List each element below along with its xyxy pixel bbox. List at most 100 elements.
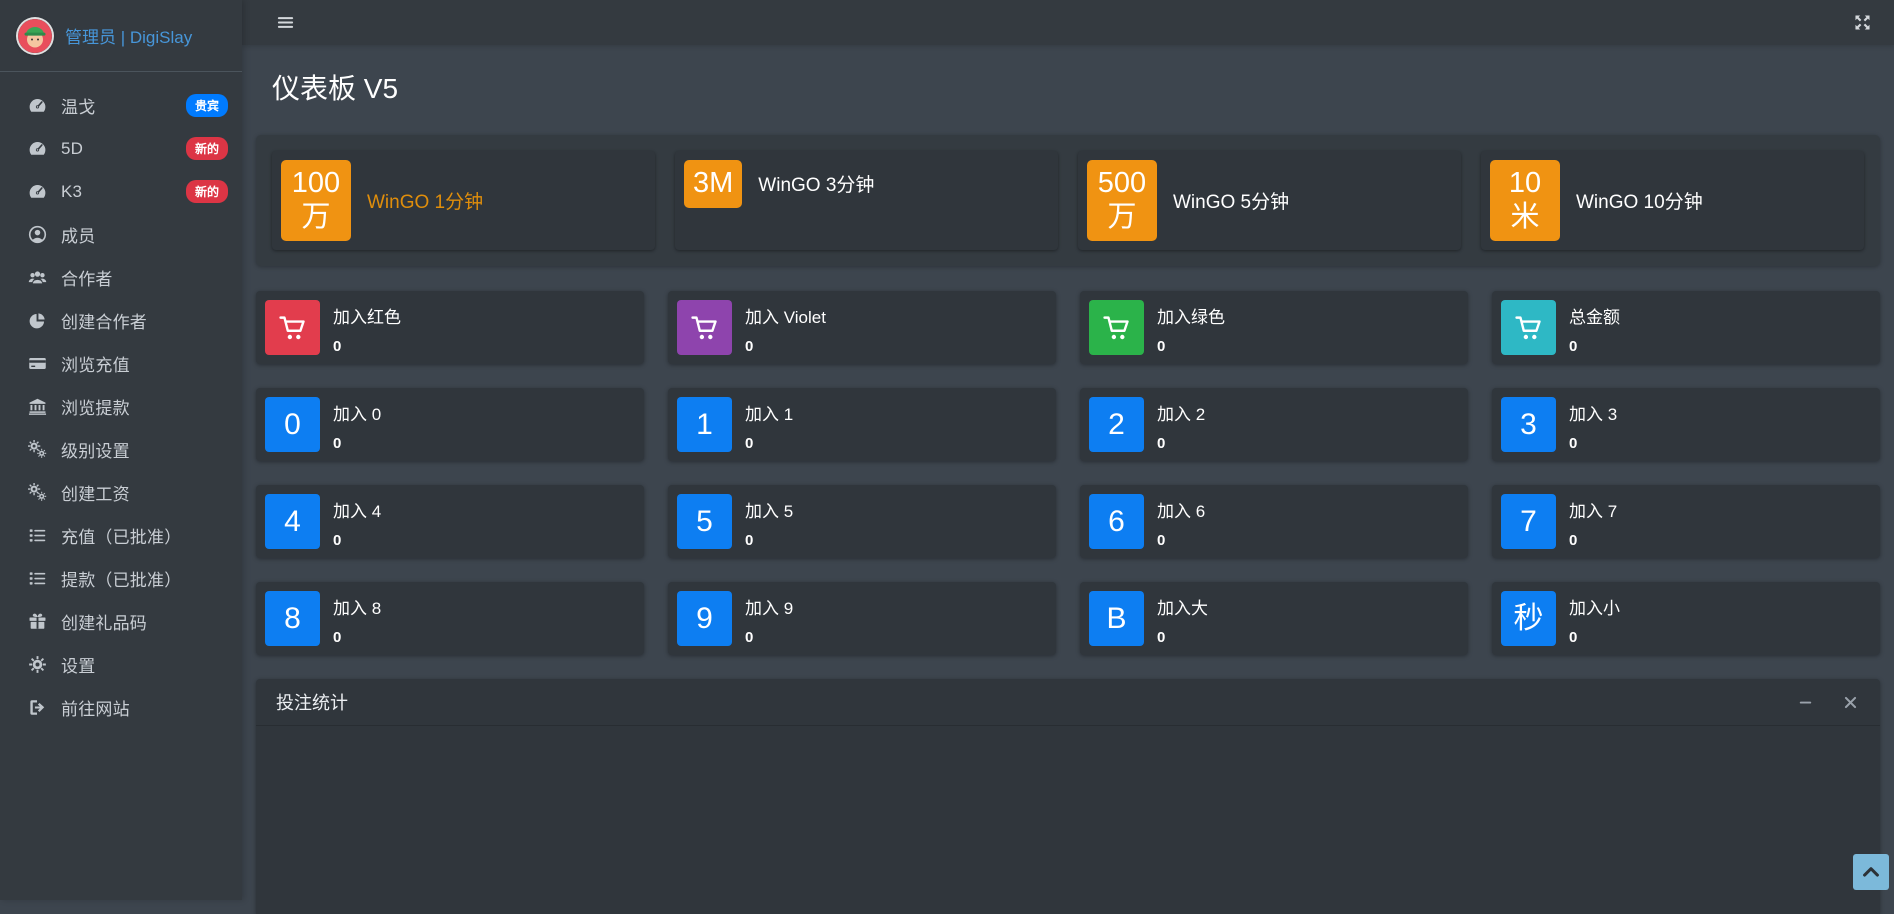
info-box-label[interactable]: WinGO 1分钟 — [367, 187, 483, 214]
stat-card-title: 加入 7 — [1569, 497, 1617, 522]
sidebar-item-go-website[interactable]: 前往网站 — [0, 686, 242, 729]
stat-card-value: 0 — [1157, 532, 1205, 549]
sidebar-item-create-giftcode[interactable]: 创建礼品码 — [0, 600, 242, 643]
cart-icon — [265, 300, 320, 355]
sidebar-item-recharge-approved[interactable]: 充值（已批准） — [0, 514, 242, 557]
stat-card-total-amount: 总金额 0 — [1492, 291, 1880, 364]
panel-header: 投注统计 — [256, 679, 1880, 726]
digit-tile: 1 — [677, 397, 732, 452]
info-box-value-tile: 100万 — [281, 160, 351, 241]
content-area: 仪表板 V5 100万 WinGO 1分钟 3M WinGO 3分钟 500万 … — [242, 45, 1894, 914]
sidebar-item-label: K3 — [61, 182, 186, 202]
stat-card-value: 0 — [333, 435, 381, 452]
sidebar-item-label: 创建合作者 — [61, 308, 230, 333]
close-button[interactable] — [1841, 693, 1860, 712]
top-navbar — [242, 0, 1894, 45]
sidebar-item-label: 设置 — [61, 652, 230, 677]
stat-card-title: 加入 Violet — [745, 303, 826, 328]
cart-icon — [1089, 300, 1144, 355]
stat-card-title: 加入大 — [1157, 594, 1208, 619]
sidebar-item-settings[interactable]: 设置 — [0, 643, 242, 686]
stat-card-join-7: 7 加入 70 — [1492, 485, 1880, 558]
stat-card-value: 0 — [1569, 532, 1617, 549]
digit-tile: 3 — [1501, 397, 1556, 452]
sidebar-item-create-partner[interactable]: 创建合作者 — [0, 299, 242, 342]
panel-body — [256, 726, 1880, 914]
digit-tile: 6 — [1089, 494, 1144, 549]
sidebar-item-create-salary[interactable]: 创建工资 — [0, 471, 242, 514]
cart-icon — [677, 300, 732, 355]
gauge-icon — [25, 182, 49, 201]
digit-tile: 4 — [265, 494, 320, 549]
stat-card-title: 加入小 — [1569, 594, 1620, 619]
info-box-wingo-3min[interactable]: 3M WinGO 3分钟 — [675, 151, 1058, 250]
sidebar-item-label: 前往网站 — [61, 695, 230, 720]
stat-card-join-big: B 加入大0 — [1080, 582, 1468, 655]
stat-card-title: 总金额 — [1569, 303, 1620, 328]
sidebar-item-k3[interactable]: K3 新的 — [0, 170, 242, 213]
stat-card-join-3: 3 加入 30 — [1492, 388, 1880, 461]
brand-link[interactable]: 管理员 | DigiSlay — [0, 0, 242, 72]
info-box-value-tile: 3M — [684, 160, 742, 208]
credit-card-icon — [25, 354, 49, 373]
cogs-icon — [25, 483, 49, 502]
gauge-icon — [25, 96, 49, 115]
sidebar-item-withdraw-approved[interactable]: 提款（已批准） — [0, 557, 242, 600]
sidebar-item-partners[interactable]: 合作者 — [0, 256, 242, 299]
stat-card-join-9: 9 加入 90 — [668, 582, 1056, 655]
main-area: 仪表板 V5 100万 WinGO 1分钟 3M WinGO 3分钟 500万 … — [242, 0, 1894, 900]
sidebar-item-5d[interactable]: 5D 新的 — [0, 127, 242, 170]
user-icon — [25, 225, 49, 244]
digit-tile: 2 — [1089, 397, 1144, 452]
info-box-wingo-1min[interactable]: 100万 WinGO 1分钟 — [272, 151, 655, 250]
content-header: 仪表板 V5 — [256, 45, 1880, 135]
digit-tile: 秒 — [1501, 591, 1556, 646]
chevron-up-icon — [1860, 861, 1882, 883]
stat-card-join-red: 加入红色 0 — [256, 291, 644, 364]
gift-icon — [25, 612, 49, 631]
stat-card-join-green: 加入绿色0 — [1080, 291, 1468, 364]
minimize-button[interactable] — [1796, 693, 1815, 712]
info-box-value-tile: 500万 — [1087, 160, 1157, 241]
stat-card-title: 加入红色 — [333, 303, 401, 328]
fullscreen-button[interactable] — [1849, 9, 1876, 36]
sidebar-item-members[interactable]: 成员 — [0, 213, 242, 256]
sidebar-item-wingo[interactable]: 温戈 贵宾 — [0, 84, 242, 127]
panel-title: 投注统计 — [276, 689, 1796, 715]
stat-card-join-2: 2 加入 20 — [1080, 388, 1468, 461]
info-box-label[interactable]: WinGO 3分钟 — [758, 170, 874, 197]
sidebar-item-level-settings[interactable]: 级别设置 — [0, 428, 242, 471]
sidebar-item-label: 充值（已批准） — [61, 523, 230, 548]
new-badge: 新的 — [186, 180, 228, 203]
stat-card-value: 0 — [333, 338, 401, 355]
expand-icon — [1853, 13, 1872, 32]
list-icon — [25, 526, 49, 545]
sidebar-item-browse-withdraw[interactable]: 浏览提款 — [0, 385, 242, 428]
list-icon — [25, 569, 49, 588]
info-box-label[interactable]: WinGO 5分钟 — [1173, 187, 1289, 214]
stat-card-title: 加入绿色 — [1157, 303, 1225, 328]
gauge-icon — [25, 139, 49, 158]
stat-card-value: 0 — [333, 629, 381, 646]
stat-card-value: 0 — [1569, 338, 1620, 355]
sidebar-menu: 温戈 贵宾 5D 新的 K3 新的 成员 合作者 创建合作者 浏览充值 — [0, 72, 242, 729]
stat-card-value: 0 — [333, 532, 381, 549]
menu-toggle-button[interactable] — [272, 9, 299, 36]
digit-tile: 5 — [677, 494, 732, 549]
scroll-top-button[interactable] — [1853, 854, 1889, 890]
stat-card-value: 0 — [745, 532, 793, 549]
info-box-wingo-10min[interactable]: 10米 WinGO 10分钟 — [1481, 151, 1864, 250]
stat-card-value: 0 — [745, 629, 793, 646]
sidebar-item-label: 合作者 — [61, 265, 230, 290]
stat-card-join-4: 4 加入 40 — [256, 485, 644, 558]
stat-card-title: 加入 2 — [1157, 400, 1205, 425]
stat-card-title: 加入 8 — [333, 594, 381, 619]
sidebar-item-label: 浏览提款 — [61, 394, 230, 419]
sidebar: 管理员 | DigiSlay 温戈 贵宾 5D 新的 K3 新的 成员 合作者 … — [0, 0, 242, 900]
info-box-label[interactable]: WinGO 10分钟 — [1576, 187, 1703, 214]
info-box-wingo-5min[interactable]: 500万 WinGO 5分钟 — [1078, 151, 1461, 250]
sidebar-item-browse-recharge[interactable]: 浏览充值 — [0, 342, 242, 385]
stat-card-title: 加入 0 — [333, 400, 381, 425]
stat-card-title: 加入 1 — [745, 400, 793, 425]
stat-cards-grid: 加入红色0 加入 Violet0 加入绿色0 总金额0 0 加入 00 1 加入… — [256, 291, 1880, 655]
